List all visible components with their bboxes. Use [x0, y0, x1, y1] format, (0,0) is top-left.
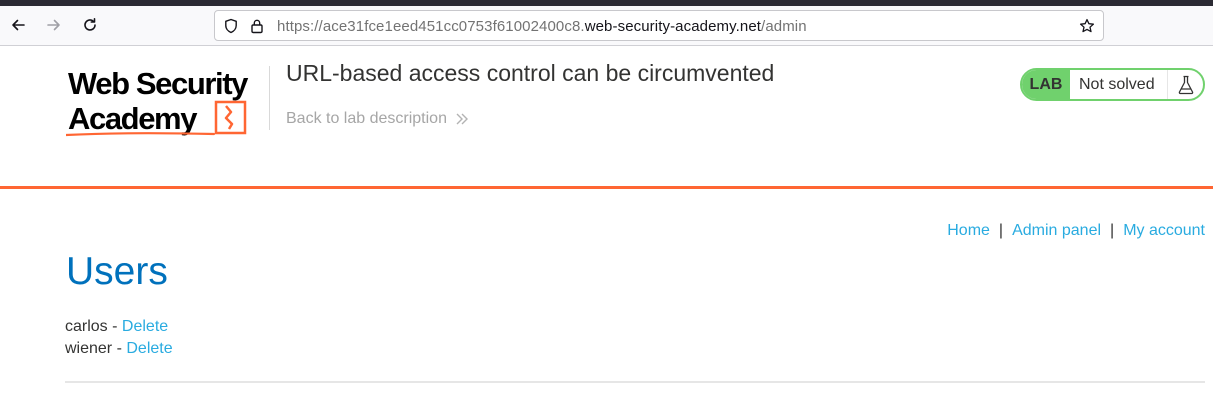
url-text[interactable]: https://ace31fce1eed451cc0753f61002400c8…: [277, 18, 807, 35]
lab-badge: LAB: [1022, 70, 1070, 99]
admin-panel-link[interactable]: Admin panel: [1012, 222, 1101, 239]
list-item: wiener - Delete: [65, 338, 173, 360]
forward-button[interactable]: [40, 11, 68, 39]
my-account-link[interactable]: My account: [1123, 222, 1205, 239]
back-arrow-icon: [12, 19, 25, 31]
star-icon[interactable]: [1079, 18, 1095, 34]
lab-status-text: Not solved: [1079, 75, 1155, 93]
users-list: carlos - Delete wiener - Delete: [65, 316, 173, 360]
lab-status-widget: LAB Not solved: [1020, 68, 1205, 101]
address-bar[interactable]: https://ace31fce1eed451cc0753f61002400c8…: [214, 10, 1104, 41]
lock-icon[interactable]: [249, 18, 265, 34]
separator-dash: -: [107, 318, 122, 335]
logo-text-line1: Web Security: [68, 66, 249, 101]
forward-arrow-icon: [47, 19, 60, 31]
logo-text-line2: Academy: [68, 101, 198, 136]
content-divider: [65, 381, 1205, 383]
back-link-label: Back to lab description: [286, 110, 447, 127]
academy-logo-mark-icon: [214, 100, 247, 135]
username: carlos: [65, 318, 108, 335]
url-host: web-security-academy.net: [584, 18, 762, 35]
nav-separator: |: [1110, 222, 1115, 239]
header-divider: [269, 66, 270, 130]
page-title: Users: [66, 250, 168, 293]
double-chevron-right-icon: [456, 113, 468, 125]
url-path: /admin: [761, 18, 807, 35]
separator-dash: -: [112, 340, 127, 357]
url-scheme-subdomain: https://ace31fce1eed451cc0753f61002400c8…: [277, 18, 585, 35]
username: wiener: [65, 340, 113, 357]
header-accent-line: [0, 186, 1213, 189]
back-button[interactable]: [4, 11, 32, 39]
top-navigation: Home | Admin panel | My account: [947, 222, 1205, 240]
nav-separator: |: [998, 222, 1004, 239]
delete-user-link[interactable]: Delete: [126, 340, 172, 357]
list-item: carlos - Delete: [65, 316, 173, 338]
lab-title: URL-based access control can be circumve…: [286, 60, 775, 86]
delete-user-link[interactable]: Delete: [122, 318, 168, 335]
flask-icon: [1167, 70, 1203, 99]
back-to-lab-description-link[interactable]: Back to lab description: [286, 110, 469, 128]
reload-button[interactable]: [76, 11, 104, 39]
web-security-academy-logo[interactable]: Web Security Academy: [64, 64, 266, 140]
reload-icon: [84, 18, 96, 31]
home-link[interactable]: Home: [947, 222, 990, 239]
shield-icon[interactable]: [223, 18, 239, 34]
browser-toolbar: https://ace31fce1eed451cc0753f61002400c8…: [0, 6, 1213, 46]
